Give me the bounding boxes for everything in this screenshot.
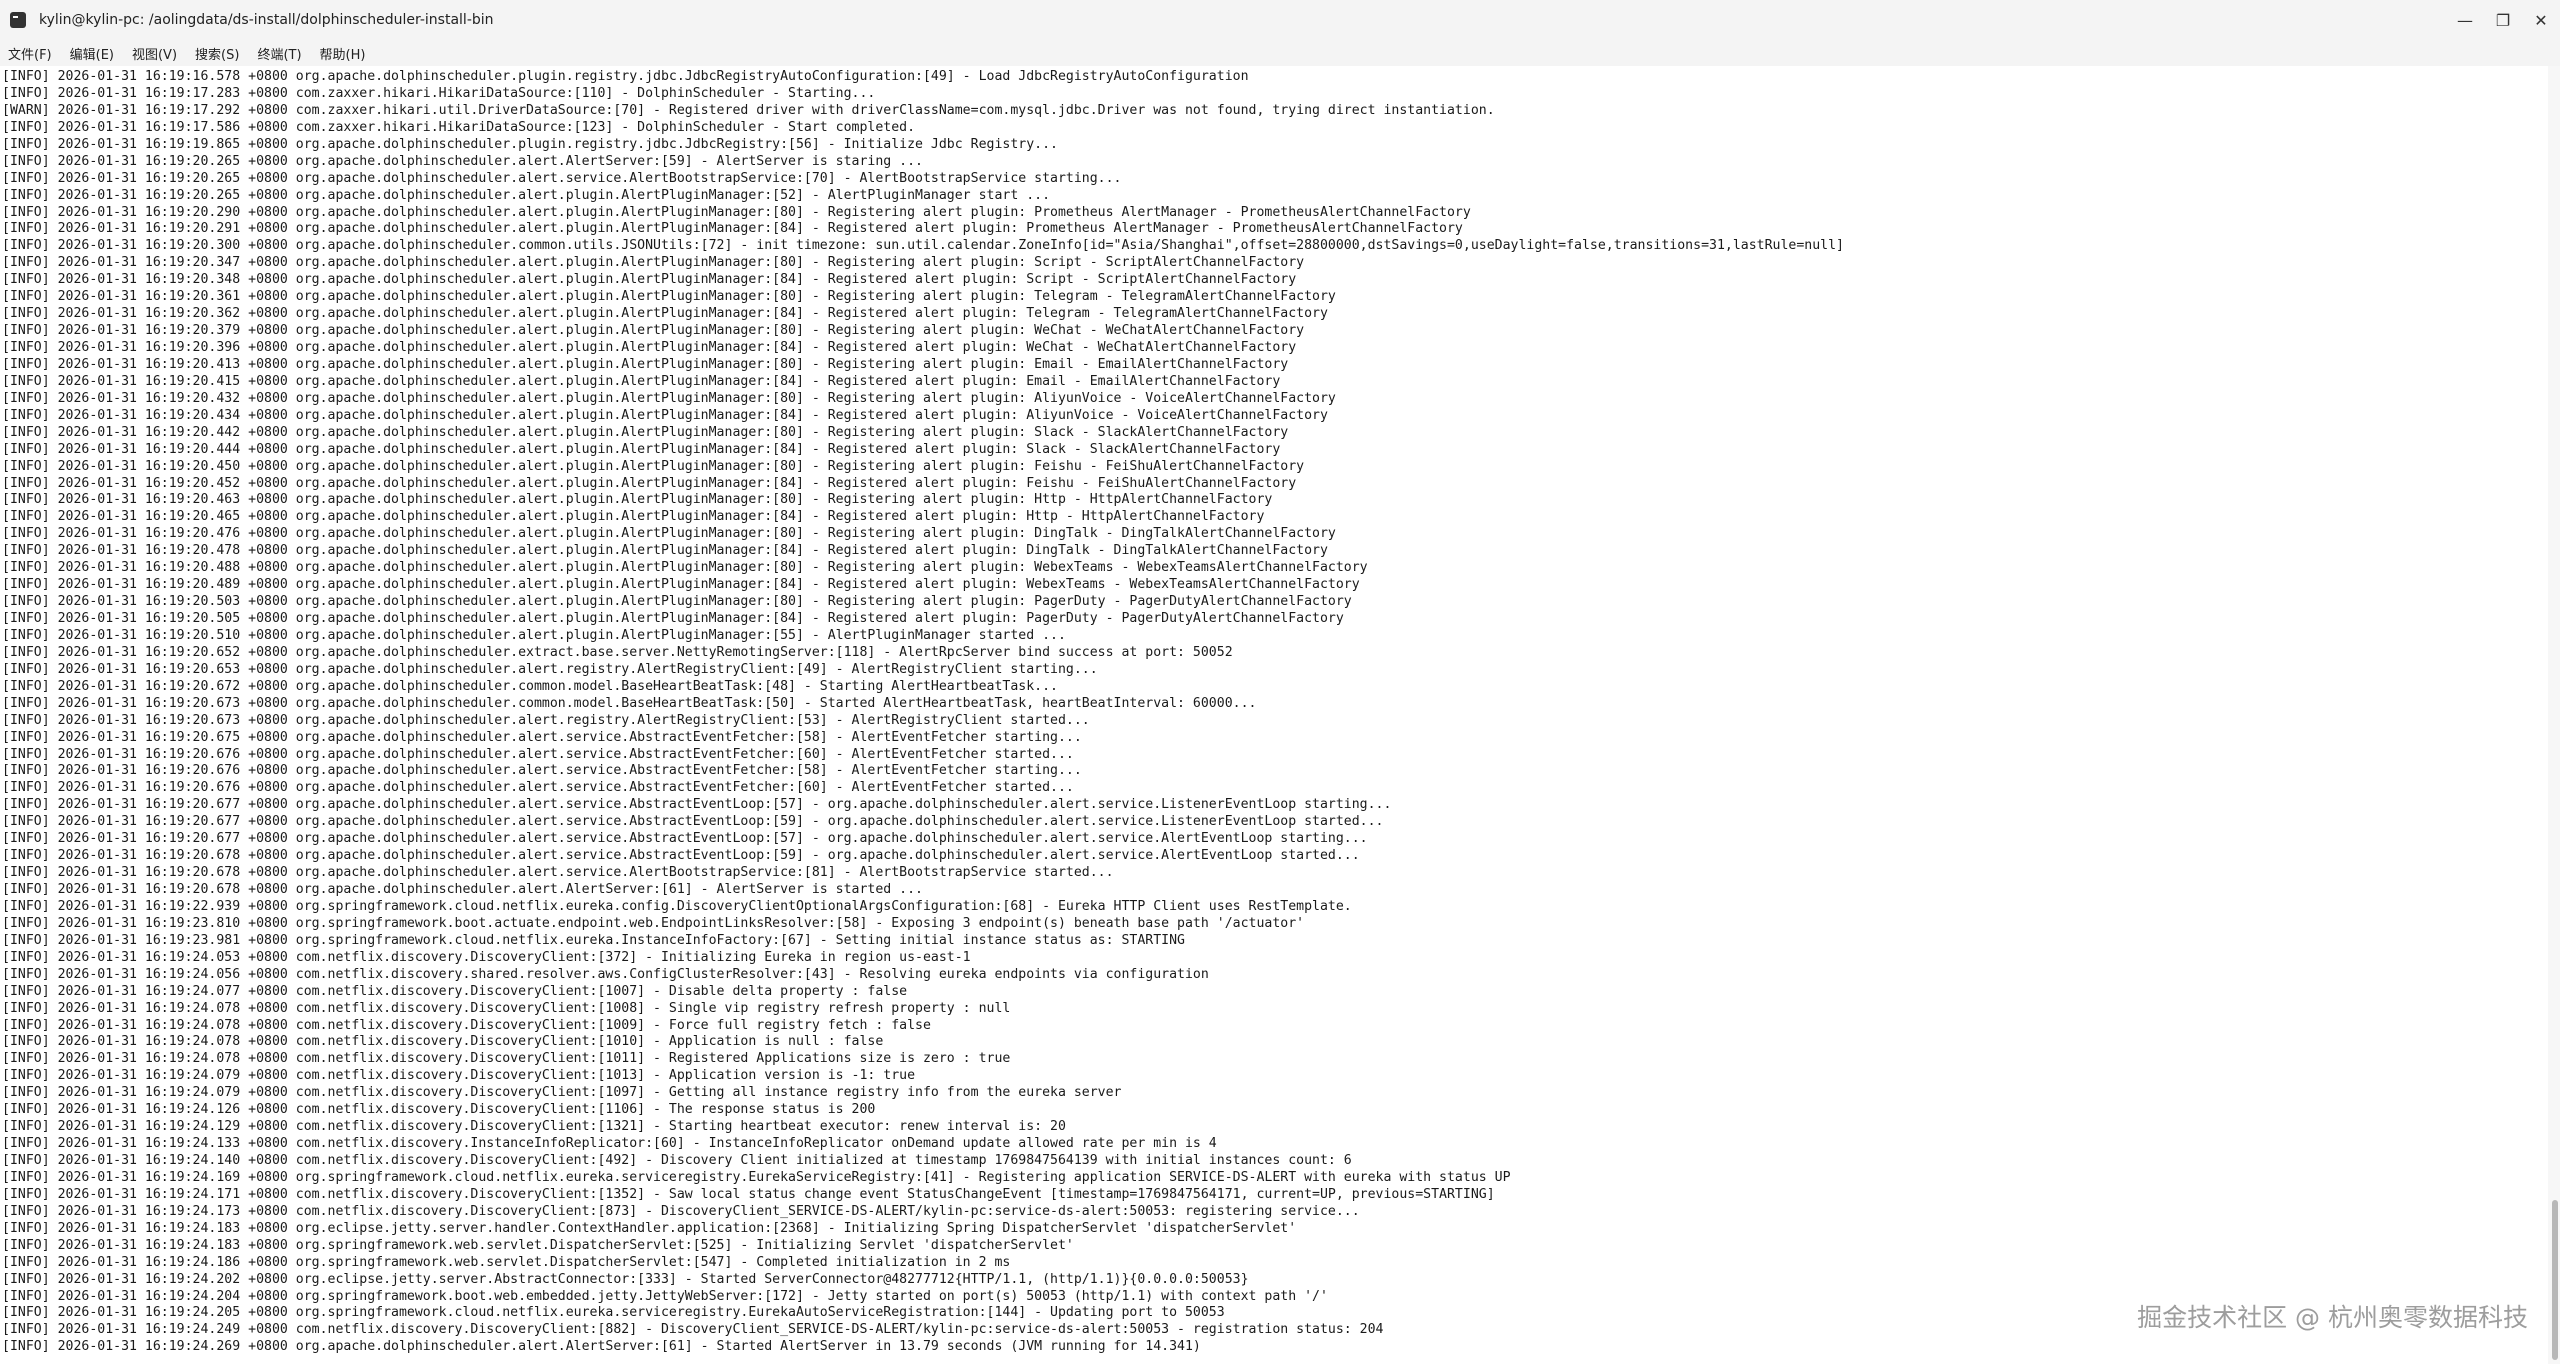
log-line: [INFO] 2026-01-31 16:19:24.077 +0800 com… [2, 983, 908, 999]
scrollbar-thumb[interactable] [2552, 1200, 2558, 1360]
log-line: [INFO] 2026-01-31 16:19:20.673 +0800 org… [2, 695, 1257, 711]
log-line: [INFO] 2026-01-31 16:19:23.810 +0800 org… [2, 915, 1305, 931]
log-line: [INFO] 2026-01-31 16:19:24.078 +0800 com… [2, 1034, 884, 1050]
log-line: [INFO] 2026-01-31 16:19:20.265 +0800 org… [2, 170, 1122, 186]
log-line: [INFO] 2026-01-31 16:19:20.678 +0800 org… [2, 848, 1360, 864]
log-line: [INFO] 2026-01-31 16:19:20.413 +0800 org… [2, 356, 1289, 372]
log-line: [INFO] 2026-01-31 16:19:16.578 +0800 org… [2, 69, 1249, 84]
title-bar[interactable]: kylin@kylin-pc: /aolingdata/ds-install/d… [0, 0, 2560, 40]
log-line: [INFO] 2026-01-31 16:19:20.672 +0800 org… [2, 678, 1058, 694]
log-line: [INFO] 2026-01-31 16:19:20.362 +0800 org… [2, 306, 1328, 322]
log-line: [INFO] 2026-01-31 16:19:24.126 +0800 com… [2, 1102, 876, 1118]
log-line: [INFO] 2026-01-31 16:19:24.169 +0800 org… [2, 1169, 1511, 1185]
log-line: [INFO] 2026-01-31 16:19:20.676 +0800 org… [2, 780, 1074, 796]
log-line: [INFO] 2026-01-31 16:19:24.183 +0800 org… [2, 1220, 1297, 1236]
log-line: [INFO] 2026-01-31 16:19:20.300 +0800 org… [2, 238, 1844, 254]
log-line: [INFO] 2026-01-31 16:19:20.291 +0800 org… [2, 221, 1463, 237]
log-line: [INFO] 2026-01-31 16:19:20.290 +0800 org… [2, 204, 1471, 220]
log-line: [INFO] 2026-01-31 16:19:20.505 +0800 org… [2, 611, 1344, 626]
log-line: [INFO] 2026-01-31 16:19:17.283 +0800 com… [2, 85, 876, 101]
log-line: [INFO] 2026-01-31 16:19:20.432 +0800 org… [2, 390, 1336, 406]
log-line: [INFO] 2026-01-31 16:19:24.269 +0800 org… [2, 1339, 1201, 1355]
log-line: [INFO] 2026-01-31 16:19:20.348 +0800 org… [2, 272, 1297, 288]
log-line: [INFO] 2026-01-31 16:19:20.677 +0800 org… [2, 831, 1368, 847]
log-line: [INFO] 2026-01-31 16:19:24.202 +0800 org… [2, 1271, 1249, 1287]
menu-edit[interactable]: 编辑(E) [70, 44, 114, 63]
log-line: [INFO] 2026-01-31 16:19:20.465 +0800 org… [2, 509, 1265, 525]
log-line: [INFO] 2026-01-31 16:19:19.865 +0800 org… [2, 136, 1058, 152]
log-line: [INFO] 2026-01-31 16:19:24.171 +0800 com… [2, 1186, 1495, 1202]
log-line: [INFO] 2026-01-31 16:19:20.676 +0800 org… [2, 763, 1082, 779]
log-line: [INFO] 2026-01-31 16:19:20.678 +0800 org… [2, 865, 1114, 881]
log-line: [INFO] 2026-01-31 16:19:24.173 +0800 com… [2, 1203, 1360, 1219]
log-line: [INFO] 2026-01-31 16:19:20.676 +0800 org… [2, 746, 1074, 762]
log-line: [INFO] 2026-01-31 16:19:23.981 +0800 org… [2, 932, 1185, 948]
window-controls: — ❐ ✕ [2446, 0, 2560, 40]
window-title: kylin@kylin-pc: /aolingdata/ds-install/d… [39, 12, 494, 28]
log-line: [INFO] 2026-01-31 16:19:20.677 +0800 org… [2, 797, 1392, 813]
log-line: [INFO] 2026-01-31 16:19:24.078 +0800 com… [2, 1017, 931, 1033]
log-line: [INFO] 2026-01-31 16:19:20.478 +0800 org… [2, 543, 1328, 559]
log-line: [INFO] 2026-01-31 16:19:20.444 +0800 org… [2, 441, 1281, 457]
menu-bar: 文件(F) 编辑(E) 视图(V) 搜索(S) 终端(T) 帮助(H) [0, 40, 2560, 66]
log-line: [INFO] 2026-01-31 16:19:24.183 +0800 org… [2, 1237, 1074, 1253]
minimize-button[interactable]: — [2446, 0, 2484, 40]
log-line: [INFO] 2026-01-31 16:19:20.361 +0800 org… [2, 289, 1336, 305]
menu-file[interactable]: 文件(F) [8, 44, 52, 63]
menu-terminal[interactable]: 终端(T) [257, 44, 301, 63]
watermark-text: 掘金技术社区 @ 杭州奥零数据科技 [2137, 1303, 2528, 1332]
menu-view[interactable]: 视图(V) [132, 44, 177, 63]
log-line: [INFO] 2026-01-31 16:19:24.129 +0800 com… [2, 1119, 1066, 1135]
log-line: [INFO] 2026-01-31 16:19:24.056 +0800 com… [2, 966, 1209, 982]
maximize-button[interactable]: ❐ [2484, 0, 2522, 40]
log-line: [INFO] 2026-01-31 16:19:20.450 +0800 org… [2, 458, 1305, 474]
log-line: [INFO] 2026-01-31 16:19:20.510 +0800 org… [2, 627, 1066, 643]
log-line: [INFO] 2026-01-31 16:19:20.476 +0800 org… [2, 526, 1336, 542]
log-line: [INFO] 2026-01-31 16:19:20.673 +0800 org… [2, 712, 1090, 728]
log-line: [INFO] 2026-01-31 16:19:24.140 +0800 com… [2, 1153, 1352, 1168]
log-line: [INFO] 2026-01-31 16:19:20.489 +0800 org… [2, 577, 1360, 593]
vertical-scrollbar[interactable] [2548, 66, 2560, 1364]
log-line: [INFO] 2026-01-31 16:19:24.079 +0800 com… [2, 1085, 1122, 1101]
log-line: [INFO] 2026-01-31 16:19:20.653 +0800 org… [2, 661, 1098, 677]
terminal-app-icon [10, 12, 26, 28]
log-line: [INFO] 2026-01-31 16:19:20.463 +0800 org… [2, 492, 1273, 508]
log-line: [INFO] 2026-01-31 16:19:20.452 +0800 org… [2, 475, 1297, 491]
log-line: [INFO] 2026-01-31 16:19:20.652 +0800 org… [2, 644, 1233, 660]
log-line: [INFO] 2026-01-31 16:19:20.442 +0800 org… [2, 424, 1289, 440]
menu-search[interactable]: 搜索(S) [195, 44, 239, 63]
log-line: [INFO] 2026-01-31 16:19:22.939 +0800 org… [2, 898, 1352, 914]
log-line: [INFO] 2026-01-31 16:19:20.265 +0800 org… [2, 153, 923, 169]
log-line: [INFO] 2026-01-31 16:19:20.265 +0800 org… [2, 187, 1051, 203]
log-line: [INFO] 2026-01-31 16:19:20.675 +0800 org… [2, 729, 1082, 745]
log-line: [INFO] 2026-01-31 16:19:20.396 +0800 org… [2, 340, 1297, 355]
close-button[interactable]: ✕ [2522, 0, 2560, 40]
log-line: [INFO] 2026-01-31 16:19:20.434 +0800 org… [2, 407, 1328, 423]
terminal-output[interactable]: [INFO] 2026-01-31 16:19:16.578 +0800 org… [0, 66, 2548, 1364]
menu-help[interactable]: 帮助(H) [320, 44, 366, 63]
terminal-window: kylin@kylin-pc: /aolingdata/ds-install/d… [0, 0, 2560, 1364]
log-line: [INFO] 2026-01-31 16:19:20.677 +0800 org… [2, 814, 1384, 830]
log-line: [WARN] 2026-01-31 16:19:17.292 +0800 com… [2, 102, 1495, 118]
log-line: [INFO] 2026-01-31 16:19:24.053 +0800 com… [2, 949, 971, 965]
log-line: [INFO] 2026-01-31 16:19:24.078 +0800 com… [2, 1051, 1011, 1067]
log-line: [INFO] 2026-01-31 16:19:20.347 +0800 org… [2, 255, 1305, 271]
log-line: [INFO] 2026-01-31 16:19:17.586 +0800 com… [2, 119, 916, 135]
log-line: [INFO] 2026-01-31 16:19:24.078 +0800 com… [2, 1000, 1011, 1016]
log-line: [INFO] 2026-01-31 16:19:20.503 +0800 org… [2, 594, 1352, 610]
log-line: [INFO] 2026-01-31 16:19:20.415 +0800 org… [2, 373, 1281, 389]
log-line: [INFO] 2026-01-31 16:19:20.379 +0800 org… [2, 323, 1305, 339]
log-line: [INFO] 2026-01-31 16:19:20.488 +0800 org… [2, 560, 1368, 576]
log-line: [INFO] 2026-01-31 16:19:20.678 +0800 org… [2, 882, 923, 897]
log-line: [INFO] 2026-01-31 16:19:24.186 +0800 org… [2, 1254, 1011, 1270]
log-line: [INFO] 2026-01-31 16:19:24.079 +0800 com… [2, 1068, 916, 1084]
log-line: [INFO] 2026-01-31 16:19:24.133 +0800 com… [2, 1136, 1217, 1152]
